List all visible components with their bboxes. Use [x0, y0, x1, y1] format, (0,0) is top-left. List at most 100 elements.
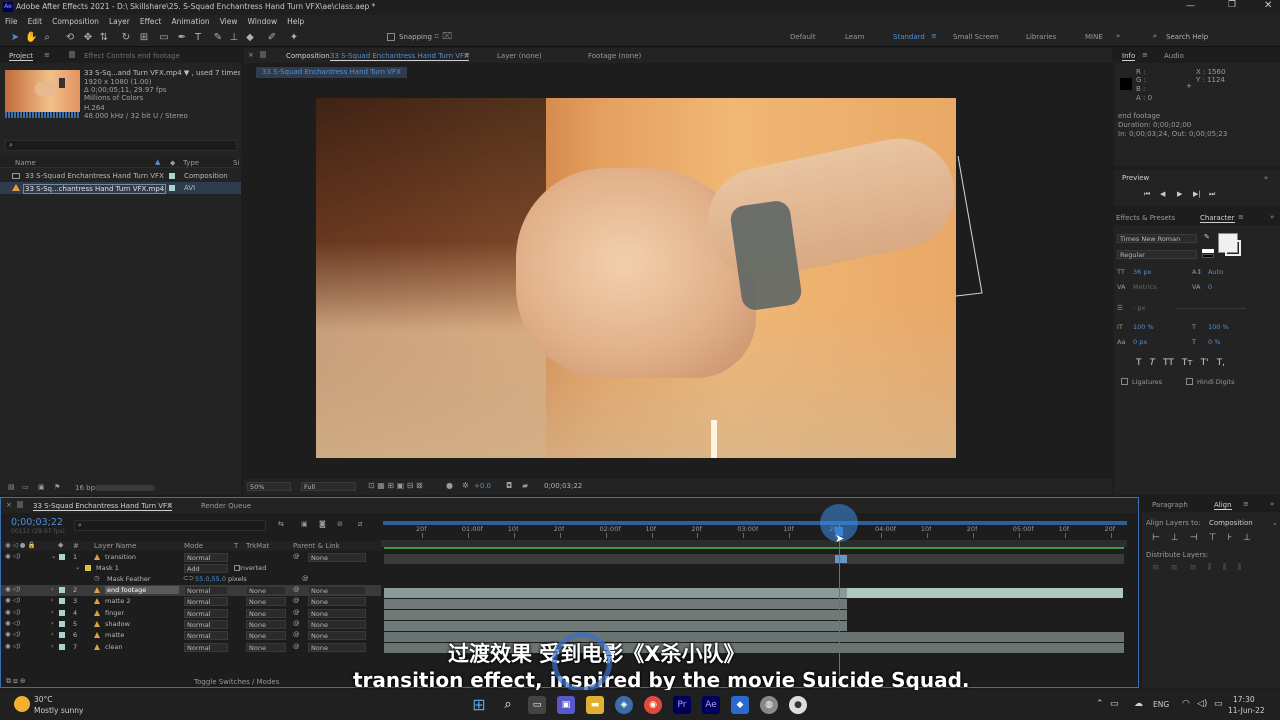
mask-mode-dropdown[interactable]: Add — [184, 564, 228, 573]
battery-icon[interactable]: ▭ — [1214, 699, 1223, 709]
play-icon[interactable]: ▶ — [1177, 190, 1182, 198]
workspace-standard[interactable]: Standard — [893, 33, 925, 41]
column-size[interactable]: Si — [233, 159, 239, 167]
subscript-button[interactable]: T, — [1217, 358, 1225, 368]
pickwhip-icon[interactable]: @ — [302, 574, 309, 582]
active-composition-name[interactable]: 33 S-Squad Enchantress Hand Turn VFX — [330, 52, 469, 61]
type-tool-icon[interactable]: T — [192, 32, 204, 44]
stroke-color-swatch[interactable] — [1225, 240, 1241, 256]
clock-date[interactable]: 11-Jun-22 — [1228, 706, 1265, 715]
baseline-shift-value[interactable]: 0 px — [1133, 338, 1147, 346]
menu-view[interactable]: View — [220, 17, 238, 26]
label-color[interactable] — [59, 587, 65, 593]
tray-cloud-icon[interactable]: ☁ — [1134, 699, 1143, 709]
tab-footage[interactable]: Footage (none) — [588, 52, 641, 60]
eyedropper-icon[interactable]: ✎ — [1204, 233, 1210, 241]
previous-frame-icon[interactable]: ◀ — [1160, 190, 1165, 198]
stroke-style-dropdown[interactable] — [1176, 308, 1246, 309]
comp-flowchart-icon[interactable]: ⇆ — [278, 520, 284, 528]
tab-effects-presets[interactable]: Effects & Presets — [1116, 214, 1175, 222]
align-top-icon[interactable]: ⊤ — [1209, 533, 1217, 543]
magnification-dropdown[interactable]: 50% — [247, 482, 291, 491]
clone-stamp-tool-icon[interactable]: ⊥ — [228, 32, 240, 44]
small-caps-button[interactable]: Tт — [1182, 358, 1193, 368]
exposure-value[interactable]: +0.0 — [474, 482, 491, 490]
distribute-right-icon[interactable]: ⦀ — [1238, 563, 1242, 573]
graph-editor-icon[interactable]: ⧄ — [358, 520, 362, 529]
show-snapshot-icon[interactable]: ▰ — [522, 481, 528, 490]
workspace-libraries[interactable]: Libraries — [1026, 33, 1056, 41]
expand-arrow-icon[interactable]: ⌄ — [75, 563, 80, 571]
menu-file[interactable]: File — [5, 17, 18, 26]
blend-mode-dropdown[interactable]: Normal — [184, 597, 228, 607]
blend-mode-dropdown[interactable]: Normal — [184, 553, 228, 562]
expand-arrow-icon[interactable]: › — [51, 585, 54, 593]
app-icon-gray[interactable]: ◍ — [760, 696, 778, 714]
mask-feather-value[interactable]: 55.0,55.0 — [195, 575, 226, 583]
panel-menu-icon[interactable]: ≡ — [44, 51, 50, 59]
parent-dropdown[interactable]: None — [308, 553, 366, 562]
render-icon[interactable]: ⚑ — [54, 483, 60, 491]
column-name[interactable]: Name — [15, 159, 36, 167]
pen-tool-icon[interactable]: ✒ — [176, 32, 188, 44]
visibility-toggle-icon[interactable]: ◉ ◁) — [5, 642, 20, 650]
expand-icon[interactable]: » — [1270, 500, 1274, 508]
mask-name[interactable]: Mask 1 — [96, 564, 119, 572]
parent-dropdown[interactable]: None — [308, 631, 366, 641]
layer-name[interactable]: matte — [105, 631, 124, 639]
layer-row[interactable]: ◉ ◁) › 7 clean Normal None @ None — [1, 642, 381, 653]
layer-name[interactable]: end footage — [105, 586, 179, 594]
layer-row[interactable]: ◉ ◁) ⌄ 1 transition Normal @ None — [1, 552, 381, 563]
snapshot-icon[interactable]: ◘ — [506, 481, 512, 490]
menu-layer[interactable]: Layer — [109, 17, 130, 26]
transition-layer-bar[interactable] — [384, 554, 1124, 564]
menu-edit[interactable]: Edit — [28, 17, 43, 26]
pan-tool-icon[interactable]: ✥ — [82, 32, 94, 44]
track-matte-dropdown[interactable]: None — [246, 642, 286, 652]
hand-tool-icon[interactable]: ✋ — [25, 32, 37, 44]
distribute-hcenter-icon[interactable]: ⦀ — [1223, 563, 1227, 573]
lock-icon[interactable] — [260, 51, 266, 58]
first-frame-icon[interactable]: ⏮ — [1144, 190, 1150, 199]
pickwhip-icon[interactable]: @ — [293, 619, 300, 627]
align-right-icon[interactable]: ⊣ — [1190, 533, 1198, 543]
panel-menu-icon[interactable]: ≡ — [1243, 500, 1249, 508]
language-indicator[interactable]: ENG — [1153, 700, 1169, 709]
snap-options-icon[interactable]: ⌗ ⌧ — [434, 32, 452, 42]
tab-align[interactable]: Align — [1214, 501, 1232, 510]
align-left-icon[interactable]: ⊢ — [1152, 533, 1160, 543]
layer-name[interactable]: clean — [105, 643, 122, 651]
premiere-pro-icon[interactable]: Pr — [673, 696, 691, 714]
track-matte-dropdown[interactable]: None — [246, 586, 286, 595]
visibility-toggle-icon[interactable]: ◉ ◁) — [5, 596, 20, 604]
chrome-icon[interactable]: ◉ — [644, 696, 662, 714]
faux-bold-button[interactable]: T — [1136, 358, 1142, 368]
pickwhip-icon[interactable]: @ — [293, 608, 300, 616]
pickwhip-icon[interactable]: @ — [293, 596, 300, 604]
track-matte-dropdown[interactable]: None — [246, 608, 286, 618]
layer-row[interactable]: ◉ ◁) › 5 shadow Normal None @ None — [1, 619, 381, 630]
superscript-button[interactable]: T' — [1201, 358, 1209, 368]
pickwhip-icon[interactable]: @ — [293, 642, 300, 650]
timeline-current-time[interactable]: 0;00;03;22 — [11, 517, 63, 528]
app-icon-blue[interactable]: ◆ — [731, 696, 749, 714]
black-swatch[interactable] — [1202, 254, 1214, 258]
eraser-tool-icon[interactable]: ◆ — [244, 32, 256, 44]
visibility-toggle-icon[interactable]: ◉ ◁) — [5, 585, 20, 593]
restore-icon[interactable]: ❐ — [1228, 0, 1236, 10]
end-footage-bar-right[interactable] — [847, 588, 1123, 598]
blend-mode-dropdown[interactable]: Normal — [184, 619, 228, 629]
font-family-dropdown[interactable]: Times New Roman — [1117, 234, 1197, 243]
color-channels-icon[interactable]: ● — [446, 481, 453, 490]
tab-render-queue[interactable]: Render Queue — [201, 502, 251, 510]
expand-icon[interactable]: » — [1270, 213, 1274, 221]
mask-feather-row[interactable]: ◷ Mask Feather ⊂⊃ 55.0,55.0 pixels @ — [1, 574, 381, 585]
tab-project[interactable]: Project — [9, 52, 33, 61]
task-view-icon[interactable]: ▭ — [528, 696, 546, 714]
expand-arrow-icon[interactable]: › — [51, 596, 54, 604]
leading-value[interactable]: Auto — [1208, 268, 1223, 276]
frame-blending-icon[interactable]: ⊘ — [337, 520, 343, 528]
pan-behind-tool-icon[interactable]: ⊞ — [138, 32, 150, 44]
stopwatch-icon[interactable]: ◷ — [94, 574, 100, 582]
tab-character[interactable]: Character — [1200, 214, 1235, 223]
